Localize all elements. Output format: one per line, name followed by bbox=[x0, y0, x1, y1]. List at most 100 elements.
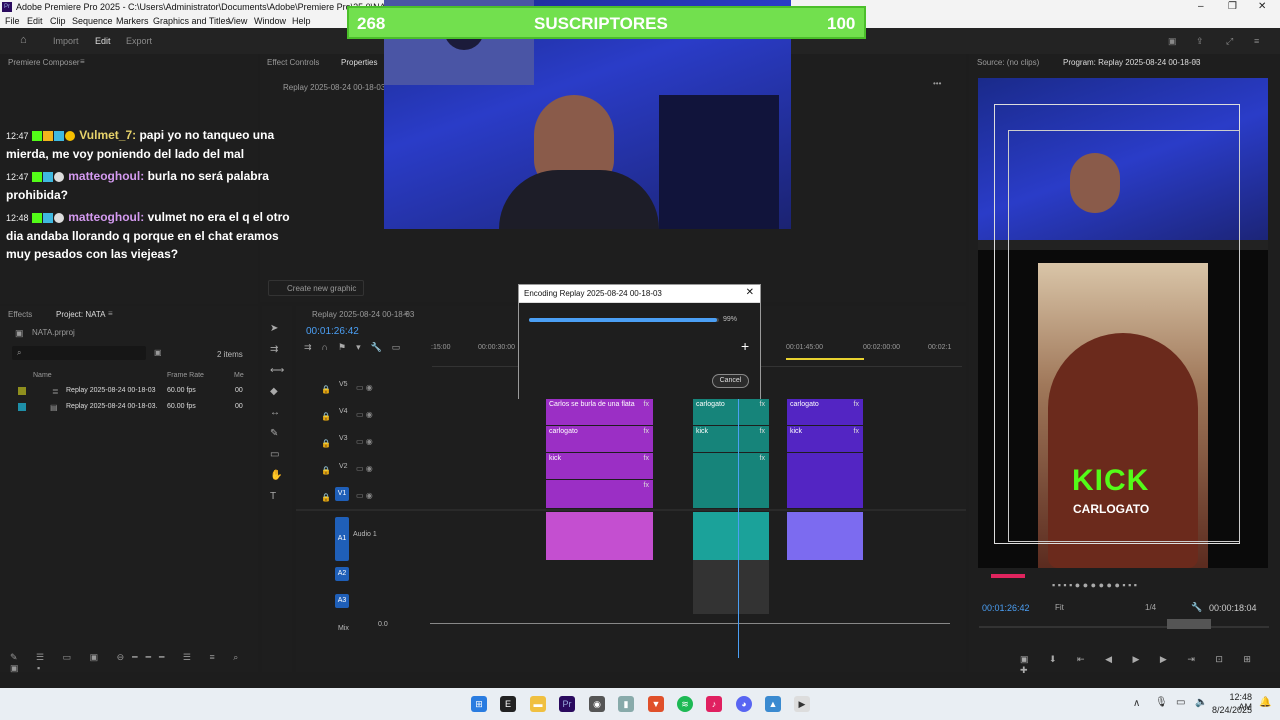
track-a1[interactable]: A1 bbox=[335, 517, 349, 561]
spotify-icon[interactable]: ≋ bbox=[677, 696, 693, 712]
menu-file[interactable]: File bbox=[5, 16, 20, 26]
menu-edit[interactable]: Edit bbox=[27, 16, 43, 26]
timeline-clip[interactable]: fx bbox=[693, 453, 769, 508]
timeline-toolbar[interactable]: ⇉∩⚑▾🔧▭ bbox=[304, 342, 429, 356]
program-monitor[interactable]: KICK CARLOGATO bbox=[978, 78, 1268, 568]
video-audio-divider[interactable] bbox=[296, 509, 966, 511]
timeline-clip[interactable]: Carlos se burla de una flata fx bbox=[546, 399, 653, 425]
share-icon[interactable]: ⇪ bbox=[1196, 36, 1204, 47]
timeline-clip[interactable]: carlogato fx bbox=[693, 399, 769, 425]
program-overlay-toolbar[interactable]: ▪ ▪ ▪ ▪ ● ● ● ● ● ● ▪ ▪ ▪ bbox=[1052, 580, 1232, 594]
tools-icons[interactable]: ➤ ⇉ ⟷ ◆ ↔ ✎ ▭ ✋ T bbox=[270, 318, 284, 507]
project-row[interactable]: ≣ Replay 2025-08-24 00-18-03 60.00 fps 0… bbox=[0, 384, 258, 398]
clock-date[interactable]: 8/24/2025 bbox=[1210, 705, 1252, 715]
workspaces-icon[interactable]: ▣ bbox=[1168, 36, 1177, 47]
volume-icon[interactable]: 🔈 bbox=[1195, 697, 1207, 708]
timeline-sequence-tab[interactable]: Replay 2025-08-24 00-18-03 bbox=[312, 310, 414, 319]
start-icon[interactable]: ⊞ bbox=[471, 696, 487, 712]
create-graphic-button[interactable]: Create new graphic bbox=[268, 280, 364, 296]
tab-program[interactable]: Program: Replay 2025-08-24 00-18-03 bbox=[1063, 58, 1200, 67]
playhead[interactable] bbox=[738, 366, 739, 658]
chat-message: 12:47 matteoghoul: burla no será palabra… bbox=[6, 167, 306, 204]
file-explorer-icon[interactable]: ▬ bbox=[530, 696, 546, 712]
close-icon[interactable]: ✕ bbox=[746, 287, 754, 298]
menu-sequence[interactable]: Sequence bbox=[72, 16, 113, 26]
microphone-icon[interactable]: 🎙 bbox=[1155, 697, 1168, 708]
settings-icon[interactable]: ≡ bbox=[1254, 36, 1259, 46]
new-bin-icon[interactable]: ▣ bbox=[154, 348, 162, 357]
quality-dropdown[interactable]: 1/4 bbox=[1145, 603, 1156, 612]
close-icon[interactable]: ✕ bbox=[1258, 1, 1266, 12]
timeline-clip[interactable] bbox=[787, 453, 863, 508]
premiere-taskbar-icon[interactable]: Pr bbox=[559, 696, 575, 712]
minimize-icon[interactable]: – bbox=[1198, 1, 1204, 12]
mix-value[interactable]: 0.0 bbox=[378, 621, 388, 628]
cancel-button[interactable]: Cancel bbox=[712, 374, 749, 388]
tab-source[interactable]: Source: (no clips) bbox=[977, 58, 1039, 67]
wrench-icon[interactable]: 🔧 bbox=[1191, 602, 1202, 613]
tab-properties[interactable]: Properties bbox=[341, 58, 377, 67]
project-search-input[interactable]: ⌕ bbox=[12, 346, 146, 360]
menu-graphics[interactable]: Graphics and Titles bbox=[153, 16, 230, 26]
menu-clip[interactable]: Clip bbox=[50, 16, 66, 26]
tab-effects[interactable]: Effects bbox=[8, 310, 32, 319]
timeline-timecode[interactable]: 00:01:26:42 bbox=[306, 326, 359, 337]
timeline-clip[interactable]: fx bbox=[546, 480, 653, 508]
audio-clip[interactable] bbox=[546, 512, 653, 560]
label-color-swatch[interactable] bbox=[18, 387, 26, 395]
project-footer-toolbar[interactable]: ✎ ☰ ▭ ▣ ⊖━━━ ☰ ≡ ⌕ ▣ ▪ bbox=[10, 652, 250, 673]
epic-games-icon[interactable]: E bbox=[500, 696, 516, 712]
composer-tab[interactable]: Premiere Composer bbox=[8, 58, 80, 67]
column-media[interactable]: Me bbox=[234, 372, 244, 379]
program-zoom-handle[interactable] bbox=[1167, 619, 1211, 629]
column-name[interactable]: Name bbox=[33, 372, 52, 379]
discord-icon[interactable]: ◕ bbox=[736, 696, 752, 712]
media-player-icon[interactable]: ▶ bbox=[794, 696, 810, 712]
recycle-bin-icon[interactable]: ▮ bbox=[618, 696, 634, 712]
track-a2[interactable]: A2 bbox=[335, 567, 349, 581]
fit-dropdown[interactable]: Fit bbox=[1055, 603, 1064, 612]
more-icon[interactable]: ••• bbox=[933, 79, 941, 88]
notification-icon[interactable]: 🔔 bbox=[1259, 697, 1271, 708]
work-area-bar[interactable] bbox=[786, 358, 864, 360]
timeline-clip[interactable]: carlogato fx bbox=[787, 399, 863, 425]
timeline-clip[interactable]: kick fx bbox=[693, 426, 769, 452]
audio-clip[interactable] bbox=[787, 512, 863, 560]
chevron-up-icon[interactable]: ∧ bbox=[1133, 698, 1140, 709]
tab-import[interactable]: Import bbox=[53, 36, 79, 46]
column-frame-rate[interactable]: Frame Rate bbox=[167, 372, 204, 379]
timeline-clip[interactable]: kick fx bbox=[787, 426, 863, 452]
brave-icon[interactable]: ▼ bbox=[648, 696, 664, 712]
tab-edit[interactable]: Edit bbox=[95, 36, 111, 46]
home-icon[interactable]: ⌂ bbox=[20, 34, 27, 46]
panel-menu-icon[interactable]: ≡ bbox=[1193, 57, 1198, 66]
track-eye-icons[interactable]: ▭ ◉ ▭ ◉ ▭ ◉ ▭ ◉ ▭ ◉ bbox=[356, 374, 386, 504]
panel-menu-icon[interactable]: ≡ bbox=[80, 57, 85, 66]
network-icon[interactable]: ▭ bbox=[1176, 697, 1185, 708]
program-scrub-bar[interactable] bbox=[979, 626, 1269, 628]
menu-markers[interactable]: Markers bbox=[116, 16, 149, 26]
panel-menu-icon[interactable]: ≡ bbox=[404, 309, 409, 318]
track-a3[interactable]: A3 bbox=[335, 594, 349, 608]
tab-export[interactable]: Export bbox=[126, 36, 152, 46]
timeline-clip[interactable]: kick fx bbox=[546, 453, 653, 479]
project-row[interactable]: ▤ Replay 2025-08-24 00-18-03. 60.00 fps … bbox=[0, 400, 258, 414]
program-timecode[interactable]: 00:01:26:42 bbox=[982, 603, 1030, 613]
transport-controls[interactable]: ▣ ⬇ ⇤ ◀ ▶ ▶ ⇥ ⊡ ⊞ ✚ bbox=[1020, 654, 1270, 675]
photos-icon[interactable]: ▲ bbox=[765, 696, 781, 712]
menu-window[interactable]: Window bbox=[254, 16, 286, 26]
timeline-clip[interactable]: carlogato fx bbox=[546, 426, 653, 452]
menu-view[interactable]: View bbox=[228, 16, 247, 26]
menu-help[interactable]: Help bbox=[292, 16, 311, 26]
tab-project[interactable]: Project: NATA bbox=[56, 310, 106, 319]
maximize-icon[interactable]: ❐ bbox=[1228, 1, 1237, 12]
tiktok-icon[interactable]: ♪ bbox=[706, 696, 722, 712]
fullscreen-icon[interactable]: ⤢ bbox=[1226, 36, 1233, 47]
mix-level-line[interactable] bbox=[430, 623, 950, 624]
audio-clip[interactable] bbox=[693, 512, 769, 560]
tab-effect-controls[interactable]: Effect Controls bbox=[267, 58, 319, 67]
obs-icon[interactable]: ◉ bbox=[589, 696, 605, 712]
encoding-dialog: Encoding Replay 2025-08-24 00-18-03 ✕ 99… bbox=[518, 284, 761, 399]
label-color-swatch[interactable] bbox=[18, 403, 26, 411]
panel-menu-icon[interactable]: ≡ bbox=[108, 309, 113, 318]
